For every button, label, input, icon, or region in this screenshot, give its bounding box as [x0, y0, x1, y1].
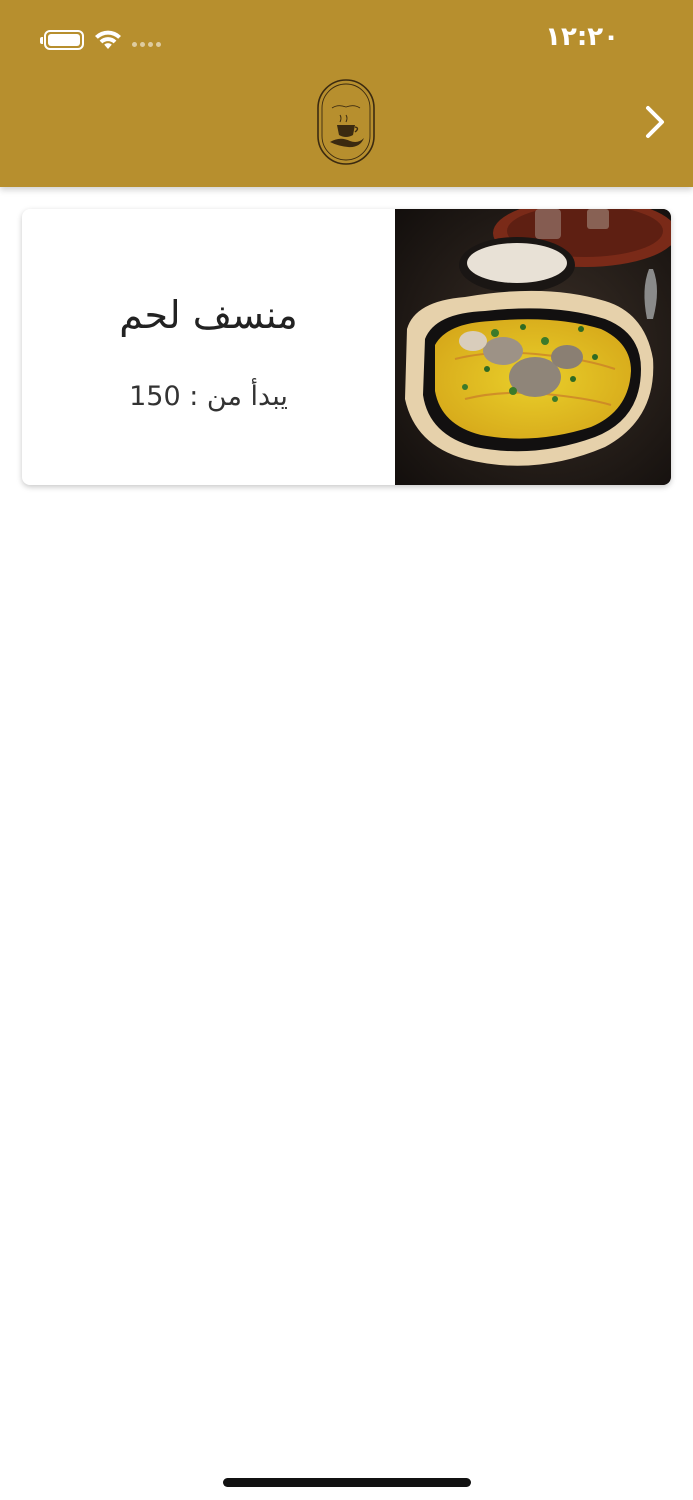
menu-item-text: منسف لحم يبدأ من : 150	[22, 209, 395, 485]
back-button[interactable]	[637, 100, 673, 144]
menu-item-price: يبدأ من : 150	[129, 381, 288, 412]
menu-item-title: منسف لحم	[119, 293, 298, 337]
menu-item-card[interactable]: منسف لحم يبدأ من : 150	[22, 209, 671, 485]
cellular-signal-icon	[132, 41, 161, 47]
top-header-bar: ١٢:٢٠	[0, 0, 693, 187]
chevron-right-icon	[646, 106, 664, 138]
coffee-cup-logo-icon	[317, 79, 375, 165]
battery-icon	[40, 30, 84, 50]
home-indicator	[223, 1478, 471, 1487]
wifi-icon	[95, 30, 121, 49]
mansaf-dish-image	[395, 209, 671, 485]
status-time: ١٢:٢٠	[545, 22, 619, 52]
app-screen: ١٢:٢٠ منسف لحم يبدأ من: 150	[0, 0, 693, 1500]
status-icons	[40, 26, 161, 54]
